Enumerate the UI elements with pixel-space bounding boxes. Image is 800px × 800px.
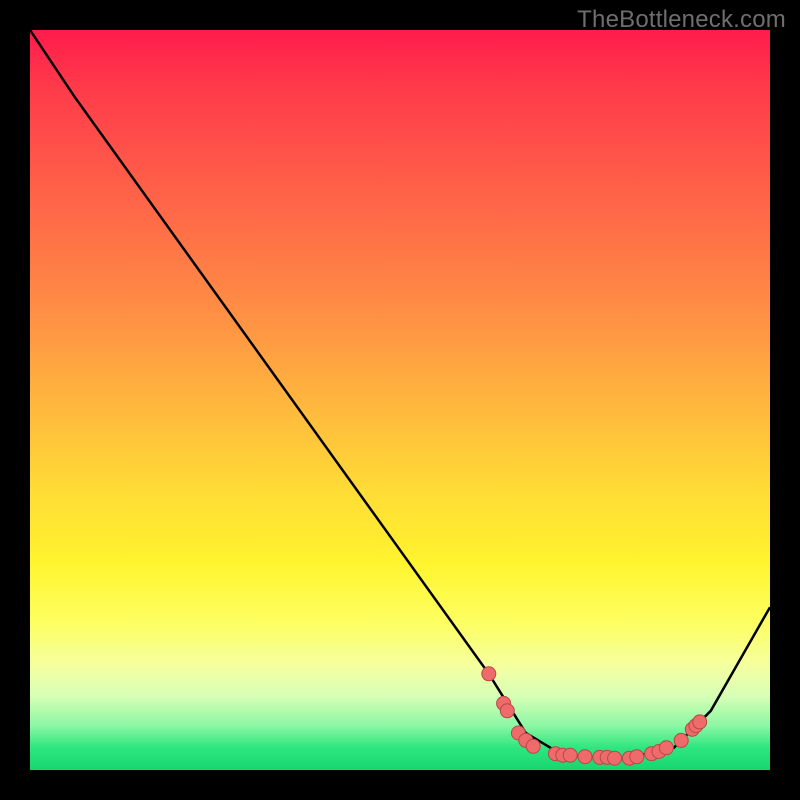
chart-stage: TheBottleneck.com (0, 0, 800, 800)
attribution-label: TheBottleneck.com (577, 6, 786, 34)
highlight-point (526, 739, 540, 753)
plot-area (30, 30, 770, 770)
highlight-point (693, 715, 707, 729)
highlight-point (482, 667, 496, 681)
curve-path (30, 30, 770, 759)
highlight-point (608, 751, 622, 765)
highlight-point (659, 741, 673, 755)
highlight-point (674, 733, 688, 747)
highlight-point (563, 748, 577, 762)
highlight-point (630, 750, 644, 764)
highlight-point (500, 704, 514, 718)
highlight-point (578, 750, 592, 764)
bottleneck-curve (30, 30, 770, 770)
